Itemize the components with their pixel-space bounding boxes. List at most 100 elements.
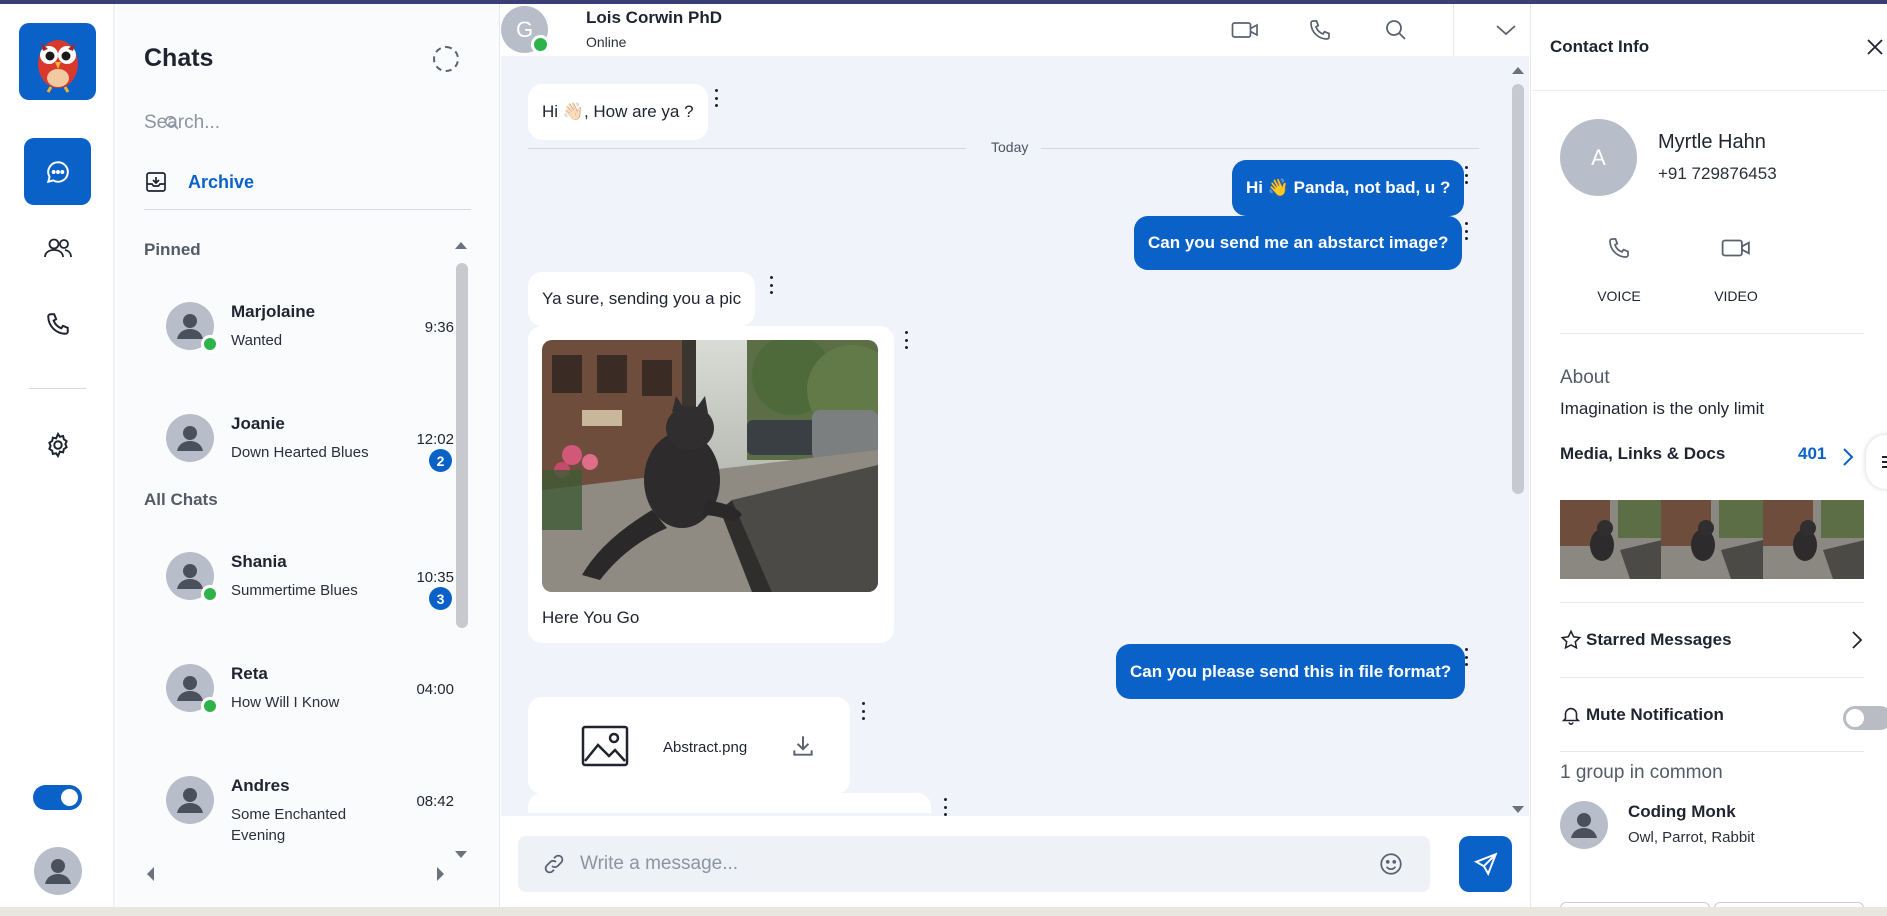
nav-contacts-button[interactable] (24, 214, 91, 281)
conversation-panel: G Lois Corwin PhD Online Hi 👋🏻, How are … (501, 4, 1529, 907)
scroll-up-arrow-icon[interactable] (451, 239, 471, 251)
nav-separator (29, 388, 86, 389)
all-chats-section-label: All Chats (144, 490, 218, 509)
nav-calls-button[interactable] (24, 290, 91, 357)
chat-time: 08:42 (416, 793, 454, 810)
file-name: Abstract.png (663, 739, 748, 756)
app-logo[interactable] (19, 23, 96, 100)
send-button[interactable] (1459, 836, 1512, 892)
about-label: About (1560, 367, 1610, 388)
attachment-link-icon[interactable] (542, 852, 566, 876)
chat-name: Shania (231, 552, 287, 571)
video-call-button[interactable]: VIDEO (1696, 232, 1776, 312)
scroll-down-arrow-icon[interactable] (1508, 804, 1528, 816)
message-options-icon[interactable] (766, 274, 776, 296)
video-call-button[interactable] (1228, 14, 1262, 46)
online-indicator (201, 585, 219, 603)
message-options-icon[interactable] (940, 796, 950, 818)
chat-list-item[interactable]: Joanie Down Hearted Blues 12:02 2 (144, 392, 454, 482)
media-thumbnail[interactable] (1560, 500, 1662, 579)
media-thumbnails[interactable] (1560, 500, 1864, 579)
nav-settings-button[interactable] (24, 411, 91, 478)
user-avatar[interactable] (34, 847, 82, 895)
chat-list-item[interactable]: Reta How Will I Know 04:00 (144, 642, 454, 732)
gear-icon (47, 431, 68, 458)
divider (1560, 602, 1864, 603)
conversation-scrollbar[interactable] (1508, 62, 1528, 816)
conversation-name[interactable]: Lois Corwin PhD (586, 8, 722, 28)
chat-last-message: Wanted (231, 332, 283, 349)
starred-messages-row[interactable]: Starred Messages (1560, 623, 1864, 657)
outgoing-message[interactable]: Hi 👋 Panda, not bad, u ? (1232, 160, 1465, 216)
message-placeholder: Write a message... (580, 853, 739, 874)
media-thumbnail[interactable] (1762, 500, 1864, 579)
search-input[interactable]: Search... (144, 108, 444, 138)
chat-name: Reta (231, 664, 268, 683)
chat-list-horizontal-scrollbar[interactable] (144, 864, 447, 884)
chat-list-item[interactable]: Shania Summertime Blues 10:35 3 (144, 530, 454, 620)
menu-lines-icon (1882, 456, 1887, 468)
loading-circle-icon[interactable] (433, 46, 459, 72)
message-options-icon[interactable] (901, 329, 911, 351)
theme-toggle[interactable] (33, 785, 82, 810)
shared-photo[interactable] (542, 340, 878, 592)
voice-call-button[interactable] (1303, 14, 1337, 46)
message-options-icon[interactable] (858, 700, 868, 722)
message-options-icon[interactable] (711, 87, 721, 109)
cat-statue-thumbnail (1560, 500, 1662, 579)
incoming-message[interactable]: Ya sure, sending you a pic (528, 272, 756, 326)
send-icon (1473, 852, 1497, 877)
download-icon[interactable] (790, 733, 816, 759)
person-icon (177, 788, 203, 813)
scroll-up-arrow-icon[interactable] (1508, 64, 1528, 76)
chat-bubble-icon (46, 160, 69, 183)
incoming-message[interactable] (528, 793, 931, 813)
group-avatar[interactable] (1560, 801, 1608, 849)
incoming-message[interactable]: Hi 👋🏻, How are ya ? (528, 84, 708, 140)
outgoing-message[interactable]: Can you please send this in file format? (1116, 644, 1466, 699)
search-messages-button[interactable] (1379, 14, 1413, 46)
person-icon (177, 426, 203, 451)
scrollbar-thumb[interactable] (456, 263, 468, 628)
chat-list-item[interactable]: Marjolaine Wanted 9:36 (144, 280, 454, 370)
message-text: Hi 👋 Panda, not bad, u ? (1246, 178, 1451, 197)
chats-title: Chats (144, 44, 214, 72)
chat-last-message: Down Hearted Blues (231, 444, 369, 461)
scroll-right-arrow-icon[interactable] (435, 864, 447, 884)
chat-list-item[interactable]: Andres Some Enchanted Evening 08:42 (144, 754, 454, 844)
message-input[interactable]: Write a message... (518, 836, 1430, 892)
mute-notification-row: Mute Notification (1560, 698, 1887, 732)
emoji-icon[interactable] (1378, 851, 1404, 877)
archive-icon (146, 172, 166, 192)
more-options-dropdown[interactable] (1489, 14, 1523, 46)
chevron-right-icon[interactable] (1841, 446, 1855, 468)
scroll-down-arrow-icon[interactable] (451, 849, 471, 861)
outgoing-message[interactable]: Can you send me an abstarct image? (1134, 216, 1463, 270)
media-thumbnail[interactable] (1661, 500, 1763, 579)
chat-last-message: Some Enchanted Evening (231, 806, 347, 844)
image-file-icon (581, 725, 629, 767)
nav-chats-button[interactable] (24, 138, 91, 205)
file-message[interactable]: Abstract.png (528, 697, 850, 794)
media-links-docs-label[interactable]: Media, Links & Docs (1560, 444, 1725, 464)
date-divider-line (1041, 148, 1479, 149)
archive-button[interactable]: Archive (144, 166, 254, 198)
scrollbar-thumb[interactable] (1512, 84, 1524, 494)
side-panel-handle[interactable] (1866, 435, 1887, 489)
chat-name: Joanie (231, 414, 285, 433)
voice-call-button[interactable]: VOICE (1579, 232, 1659, 312)
contact-info-title: Contact Info (1550, 37, 1650, 56)
close-icon[interactable] (1863, 34, 1887, 60)
mute-notification-toggle[interactable] (1843, 706, 1887, 730)
message-options-icon[interactable] (1461, 220, 1471, 242)
message-options-icon[interactable] (1461, 164, 1471, 186)
owl-logo-icon (37, 39, 78, 93)
group-name[interactable]: Coding Monk (1628, 802, 1736, 822)
chat-list-scrollbar[interactable] (451, 239, 471, 861)
phone-icon (46, 312, 69, 335)
video-camera-icon (1721, 239, 1750, 257)
scroll-left-arrow-icon[interactable] (144, 864, 156, 884)
image-message[interactable]: Here You Go (528, 326, 894, 643)
message-options-icon[interactable] (1461, 646, 1471, 668)
chat-last-message: Summertime Blues (231, 582, 358, 599)
